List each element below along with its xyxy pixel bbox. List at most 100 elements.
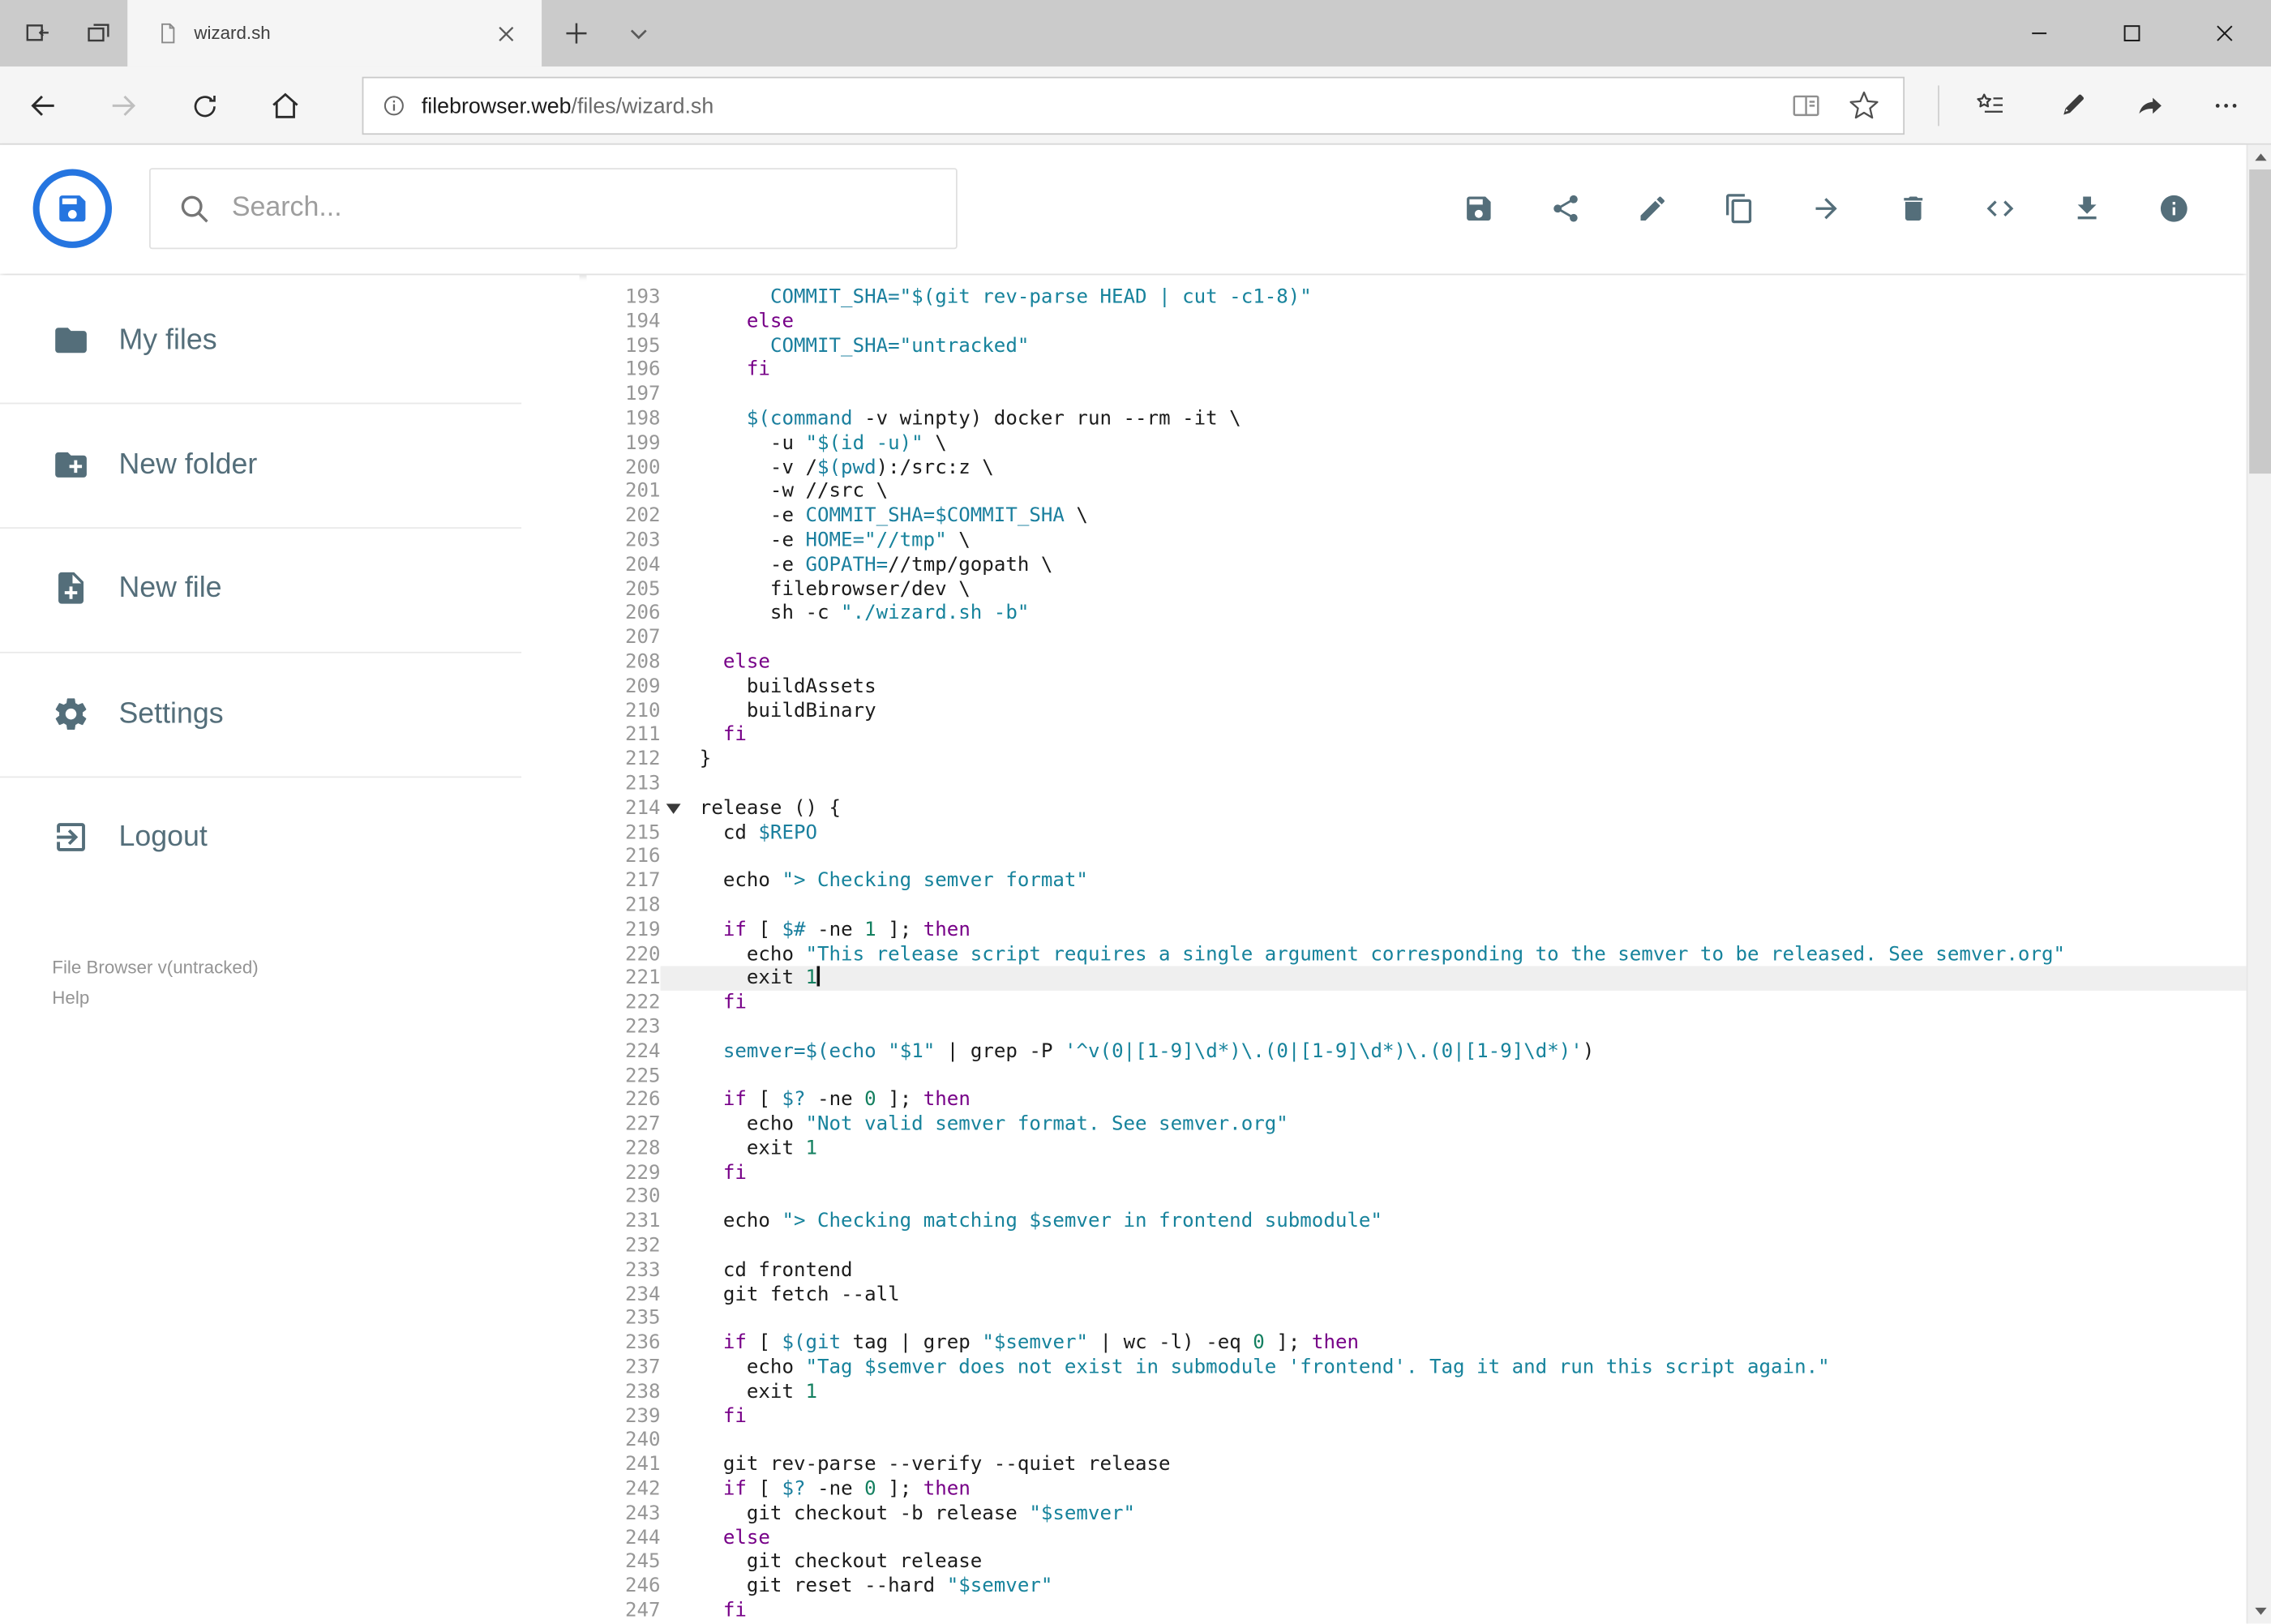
code-line[interactable]: 199 -u "$(id -u)" \ [586, 431, 2246, 456]
code-line[interactable]: 225 [586, 1064, 2246, 1088]
code-line[interactable]: 227 echo "Not valid semver format. See s… [586, 1112, 2246, 1137]
code-line[interactable]: 195 COMMIT_SHA="untracked" [586, 334, 2246, 358]
tab-list-button[interactable] [610, 0, 667, 66]
code-line[interactable]: 229 fi [586, 1161, 2246, 1185]
vertical-scrollbar[interactable] [2246, 144, 2271, 1624]
filebrowser-logo[interactable] [32, 168, 113, 249]
save-button[interactable] [1444, 174, 1514, 243]
code-line[interactable]: 206 sh -c "./wizard.sh -b" [586, 602, 2246, 626]
address-bar[interactable]: filebrowser.web/files/wizard.sh [362, 76, 1905, 135]
reading-view-icon[interactable] [1790, 90, 1822, 122]
code-line[interactable]: 204 -e GOPATH=//tmp/gopath \ [586, 553, 2246, 577]
scrollbar-thumb[interactable] [2249, 169, 2271, 474]
code-line[interactable]: 241 git rev-parse --verify --quiet relea… [586, 1453, 2246, 1477]
share-button[interactable] [2119, 74, 2183, 138]
code-line[interactable]: 238 exit 1 [586, 1380, 2246, 1404]
edit-button[interactable] [1618, 174, 1687, 243]
code-line[interactable]: 223 [586, 1015, 2246, 1039]
code-line[interactable]: 235 [586, 1307, 2246, 1331]
code-line[interactable]: 243 git checkout -b release "$semver" [586, 1502, 2246, 1526]
code-line[interactable]: 218 [586, 893, 2246, 918]
code-line[interactable]: 226 if [ $? -ne 0 ]; then [586, 1088, 2246, 1112]
code-line[interactable]: 233 cd frontend [586, 1258, 2246, 1283]
code-line[interactable]: 237 echo "Tag $semver does not exist in … [586, 1356, 2246, 1380]
code-line[interactable]: 242 if [ $? -ne 0 ]; then [586, 1477, 2246, 1502]
code-line[interactable]: 234 git fetch --all [586, 1283, 2246, 1307]
code-line[interactable]: 210 buildBinary [586, 699, 2246, 723]
code-line[interactable]: 215 cd $REPO [586, 821, 2246, 845]
tabs-preview-button[interactable] [70, 0, 127, 66]
code-line[interactable]: 240 [586, 1429, 2246, 1453]
code-line[interactable]: 203 -e HOME="//tmp" \ [586, 529, 2246, 553]
minimize-button[interactable] [1993, 0, 2085, 66]
code-line[interactable]: 217 echo "> Checking semver format" [586, 869, 2246, 893]
fold-arrow-icon[interactable] [666, 803, 681, 814]
scroll-down-button[interactable] [2247, 1600, 2271, 1624]
code-line[interactable]: 198 $(command -v winpty) docker run --rm… [586, 407, 2246, 431]
code-line[interactable]: 230 [586, 1185, 2246, 1210]
code-line[interactable]: 193 COMMIT_SHA="$(git rev-parse HEAD | c… [586, 285, 2246, 310]
code-line[interactable]: 224 semver=$(echo "$1" | grep -P '^v(0|[… [586, 1039, 2246, 1064]
code-line[interactable]: 236 if [ $(git tag | grep "$semver" | wc… [586, 1331, 2246, 1356]
code-line[interactable]: 245 git checkout release [586, 1550, 2246, 1575]
forward-button[interactable] [92, 74, 156, 138]
code-line[interactable]: 213 [586, 772, 2246, 796]
annotate-button[interactable] [2039, 74, 2103, 138]
delete-button[interactable] [1879, 174, 1948, 243]
search-box[interactable] [148, 168, 958, 250]
code-line[interactable]: 208 else [586, 650, 2246, 675]
new-tab-button[interactable] [547, 0, 605, 66]
browser-tab[interactable]: wizard.sh [127, 0, 542, 67]
code-line[interactable]: 201 -w //src \ [586, 480, 2246, 504]
sidebar-item-logout[interactable]: Logout [0, 803, 580, 872]
code-editor[interactable]: 193 COMMIT_SHA="$(git rev-parse HEAD | c… [586, 275, 2247, 1624]
set-tabs-aside-button[interactable] [9, 0, 66, 66]
close-window-button[interactable] [2179, 0, 2271, 66]
sidebar-item-settings[interactable]: Settings [0, 679, 580, 749]
code-line[interactable]: 196 fi [586, 358, 2246, 383]
code-line[interactable]: 244 else [586, 1526, 2246, 1550]
back-button[interactable] [11, 74, 75, 138]
code-line[interactable]: 222 fi [586, 991, 2246, 1015]
more-button[interactable] [2194, 74, 2258, 138]
sidebar-item-my-files[interactable]: My files [0, 306, 580, 375]
refresh-button[interactable] [173, 74, 237, 138]
raw-code-button[interactable] [1965, 174, 2035, 243]
code-line[interactable]: 207 [586, 626, 2246, 650]
code-line[interactable]: 231 echo "> Checking matching $semver in… [586, 1210, 2246, 1234]
code-line[interactable]: 219 if [ $# -ne 1 ]; then [586, 918, 2246, 942]
home-button[interactable] [254, 74, 318, 138]
move-button[interactable] [1792, 174, 1862, 243]
close-icon[interactable] [490, 17, 521, 49]
help-link[interactable]: Help [52, 987, 89, 1010]
download-button[interactable] [2052, 174, 2122, 243]
page-info-icon[interactable] [381, 92, 407, 118]
code-line[interactable]: 209 buildAssets [586, 675, 2246, 699]
code-line[interactable]: 211 fi [586, 723, 2246, 748]
favorite-star-icon[interactable] [1848, 90, 1879, 122]
code-line[interactable]: 216 [586, 845, 2246, 869]
code-line[interactable]: 239 fi [586, 1404, 2246, 1429]
code-line[interactable]: 205 filebrowser/dev \ [586, 577, 2246, 602]
sidebar-item-new-file[interactable]: New file [0, 553, 580, 623]
share-button[interactable] [1531, 174, 1600, 243]
code-line[interactable]: 228 exit 1 [586, 1137, 2246, 1161]
maximize-button[interactable] [2085, 0, 2178, 66]
code-line[interactable]: 221 exit 1 [586, 966, 2247, 992]
search-input[interactable] [231, 192, 933, 225]
code-line[interactable]: 200 -v /$(pwd):/src:z \ [586, 456, 2246, 480]
code-line[interactable]: 246 git reset --hard "$semver" [586, 1575, 2246, 1599]
code-line[interactable]: 194 else [586, 310, 2246, 334]
hub-button[interactable] [1958, 74, 2022, 138]
scroll-up-button[interactable] [2247, 145, 2271, 169]
code-line[interactable]: 197 [586, 383, 2246, 407]
code-line[interactable]: 247 fi [586, 1599, 2246, 1623]
code-line[interactable]: 202 -e COMMIT_SHA=$COMMIT_SHA \ [586, 504, 2246, 529]
code-line[interactable]: 220 echo "This release script requires a… [586, 942, 2246, 966]
code-line[interactable]: 214 release () { [586, 796, 2246, 821]
code-line[interactable]: 212} [586, 748, 2246, 772]
info-button[interactable] [2139, 174, 2209, 243]
code-line[interactable]: 232 [586, 1234, 2246, 1258]
copy-button[interactable] [1705, 174, 1775, 243]
sidebar-item-new-folder[interactable]: New folder [0, 431, 580, 500]
